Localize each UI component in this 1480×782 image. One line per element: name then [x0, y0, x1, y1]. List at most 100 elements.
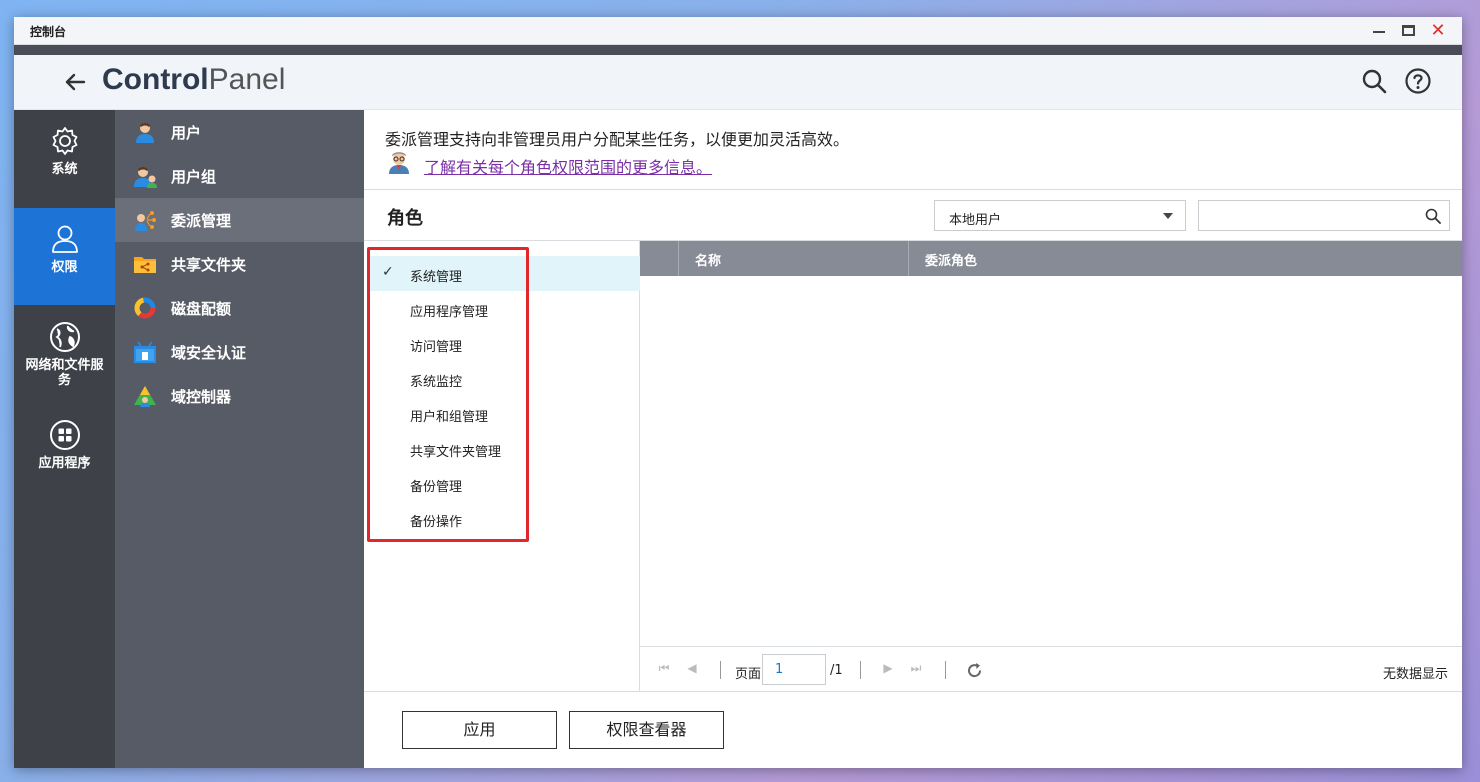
subnav-item-disk-quota[interactable]: 磁盘配额 — [115, 286, 364, 330]
delegation-table: 名称 委派角色 ⏮ ◀ 页面 1 /1 ▶ ⏭ 无数据显示 — [640, 241, 1462, 691]
rail-label-system: 系统 — [51, 162, 78, 177]
rail-item-permissions[interactable]: 权限 — [14, 208, 115, 305]
rail-label-applications: 应用程序 — [38, 456, 91, 471]
role-list: ✓ 系统管理 应用程序管理 访问管理 系统监控 用户和组管理 共享文件夹管理 备… — [364, 241, 640, 691]
role-item[interactable]: 备份操作 — [370, 501, 640, 536]
rail-item-system[interactable]: 系统 — [14, 124, 115, 204]
last-page-icon[interactable]: ⏭ — [908, 661, 924, 677]
globe-icon — [49, 322, 80, 352]
role-item[interactable]: ✓ 系统管理 — [370, 256, 640, 291]
column-header-label: 委派角色 — [925, 254, 978, 269]
subnav-label-users: 用户 — [171, 124, 202, 142]
role-section-title: 角色 — [387, 208, 423, 229]
rail-label-permissions: 权限 — [51, 260, 78, 275]
role-item[interactable]: 访问管理 — [370, 326, 640, 361]
shared-folder-icon — [134, 257, 156, 273]
maximize-icon — [1402, 25, 1415, 36]
empty-data-text: 无数据显示 — [1382, 667, 1448, 682]
chevron-down-icon — [1163, 213, 1173, 219]
subnav-item-domain-controller[interactable]: 域控制器 — [115, 374, 364, 418]
close-icon: ✕ — [1430, 20, 1446, 41]
teacher-icon — [389, 152, 409, 174]
domain-controller-icon — [134, 386, 156, 407]
close-button[interactable]: ✕ — [1428, 21, 1448, 41]
delegated-admin-panel: 委派管理支持向非管理员用户分配某些任务，以便更加灵活高效。 了解有关每个角色权限… — [364, 110, 1462, 768]
column-header-name[interactable]: 名称 — [678, 241, 908, 276]
domain-security-icon — [134, 341, 156, 363]
role-label: 备份操作 — [410, 515, 463, 530]
role-label: 访问管理 — [410, 340, 463, 355]
role-item[interactable]: 备份管理 — [370, 466, 640, 501]
permission-viewer-button[interactable]: 权限查看器 — [569, 711, 724, 749]
app-title: ControlPanel — [102, 63, 285, 97]
divider — [364, 189, 1462, 190]
user-type-value: 本地用户 — [949, 213, 1002, 228]
role-label: 备份管理 — [410, 480, 463, 495]
app-title-light: Panel — [208, 63, 286, 96]
category-rail: 系统 权限 网络和文件服务 应用程序 — [14, 110, 115, 768]
delegate-icon — [135, 211, 156, 231]
divider — [860, 661, 861, 679]
divider — [945, 661, 946, 679]
title-bar: 控制台 ✕ — [14, 17, 1462, 45]
search-box — [1198, 200, 1450, 231]
refresh-icon[interactable] — [966, 662, 983, 679]
title-separator — [14, 45, 1462, 55]
app-title-bold: Control — [102, 63, 209, 96]
user-icon — [51, 225, 78, 253]
rail-label-network-file-services: 网络和文件服务 — [25, 358, 104, 388]
checkmark-icon: ✓ — [382, 264, 394, 280]
role-label: 用户和组管理 — [410, 410, 489, 425]
role-item[interactable]: 用户和组管理 — [370, 396, 640, 431]
role-item[interactable]: 应用程序管理 — [370, 291, 640, 326]
permissions-subnav: 用户 用户组 委派管理 共享文件夹 磁盘配额 域安全认证 域控制器 — [115, 110, 364, 768]
minimize-icon — [1373, 31, 1385, 33]
subnav-item-shared-folders[interactable]: 共享文件夹 — [115, 242, 364, 286]
page-number-input[interactable]: 1 — [762, 654, 826, 685]
apps-grid-icon — [49, 420, 80, 450]
prev-page-icon[interactable]: ◀ — [684, 661, 700, 677]
disk-quota-icon — [134, 297, 156, 319]
first-page-icon[interactable]: ⏮ — [656, 661, 672, 677]
back-arrow-icon[interactable] — [60, 67, 90, 97]
subnav-item-user-groups[interactable]: 用户组 — [115, 154, 364, 198]
role-label: 系统监控 — [410, 375, 463, 390]
user-type-select[interactable]: 本地用户 — [934, 200, 1186, 231]
help-icon[interactable] — [1404, 67, 1432, 95]
apply-button[interactable]: 应用 — [402, 711, 557, 749]
divider — [720, 661, 721, 679]
subnav-item-users[interactable]: 用户 — [115, 110, 364, 154]
page-label: 页面 — [735, 667, 762, 682]
search-icon[interactable] — [1425, 208, 1441, 224]
control-panel-window: 控制台 ✕ ControlPanel 系统 权限 网络和文件服务 应用程序 用户… — [14, 17, 1462, 768]
role-label: 系统管理 — [410, 270, 463, 285]
pagination-bar: ⏮ ◀ 页面 1 /1 ▶ ⏭ 无数据显示 — [640, 646, 1462, 692]
search-input[interactable] — [1205, 205, 1415, 227]
window-title: 控制台 — [30, 25, 67, 39]
role-item[interactable]: 共享文件夹管理 — [370, 431, 640, 466]
gear-icon — [52, 127, 77, 155]
page-total: /1 — [830, 663, 843, 678]
subnav-item-domain-security[interactable]: 域安全认证 — [115, 330, 364, 374]
search-icon[interactable] — [1360, 67, 1388, 95]
subnav-label-shared-folders: 共享文件夹 — [171, 256, 247, 274]
rail-item-applications[interactable]: 应用程序 — [14, 418, 115, 488]
intro-text: 委派管理支持向非管理员用户分配某些任务，以便更加灵活高效。 — [385, 130, 850, 149]
column-header-delegated-role[interactable]: 委派角色 — [908, 241, 1462, 276]
rail-item-network-file-services[interactable]: 网络和文件服务 — [14, 320, 115, 410]
minimize-button[interactable] — [1369, 21, 1389, 41]
next-page-icon[interactable]: ▶ — [880, 661, 896, 677]
column-header-label: 名称 — [695, 254, 722, 269]
role-item[interactable]: 系统监控 — [370, 361, 640, 396]
app-header: ControlPanel — [14, 55, 1462, 110]
subnav-label-domain-controller: 域控制器 — [171, 388, 232, 406]
subnav-item-delegated-admin[interactable]: 委派管理 — [115, 198, 364, 242]
table-header: 名称 委派角色 — [640, 241, 1462, 276]
role-label: 共享文件夹管理 — [410, 445, 502, 460]
maximize-button[interactable] — [1399, 21, 1419, 41]
role-label: 应用程序管理 — [410, 305, 489, 320]
subnav-label-disk-quota: 磁盘配额 — [171, 300, 232, 318]
learn-more-link[interactable]: 了解有关每个角色权限范围的更多信息。 — [424, 154, 712, 178]
divider — [364, 691, 1462, 692]
subnav-label-delegated-admin: 委派管理 — [171, 212, 232, 230]
